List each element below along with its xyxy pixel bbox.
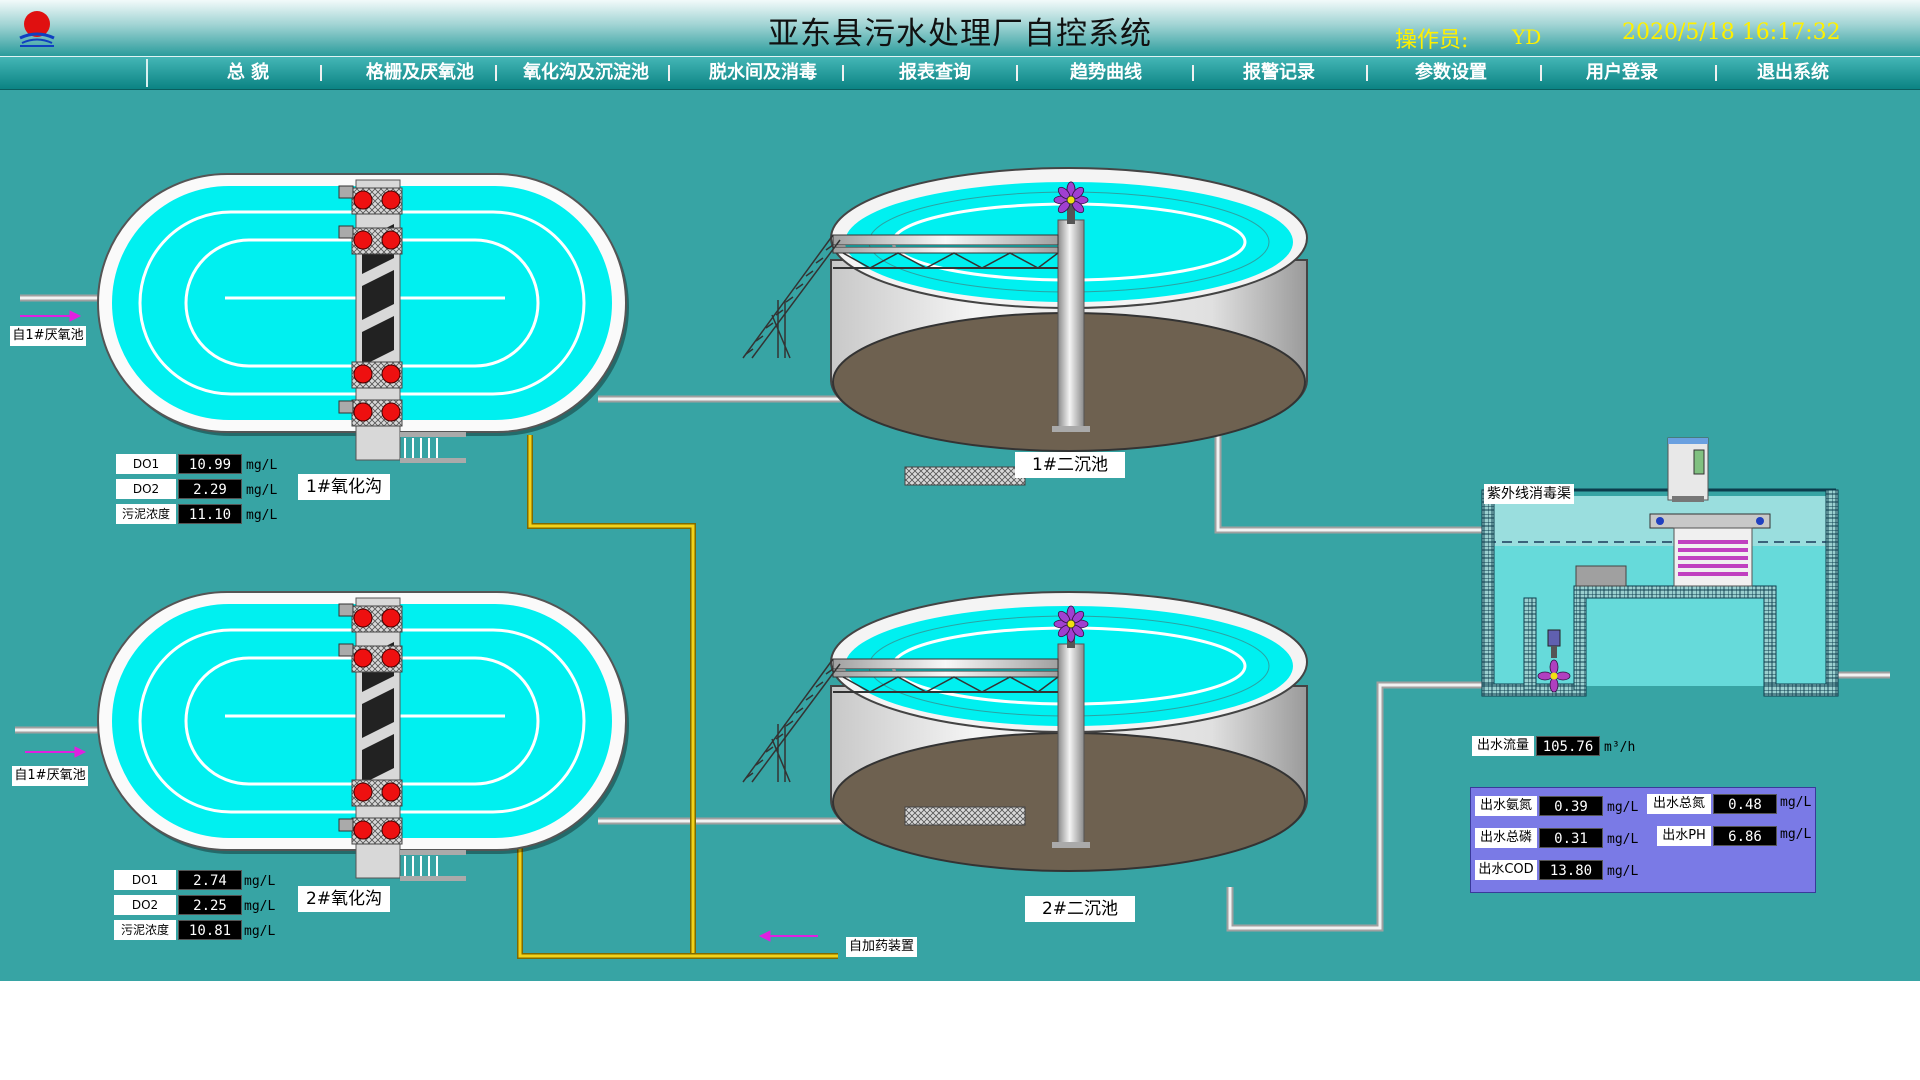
nav-item-settings[interactable]: 参数设置 [1371, 60, 1531, 86]
access-stairs [742, 234, 841, 359]
outflow-tag: 出水流量 [1472, 736, 1534, 756]
ditch2-sludge-value: 10.81 [178, 920, 242, 940]
nav-bar: 总 貌 格栅及厌氧池 氧化沟及沉淀池 脱水间及消毒 报表查询 趋势曲线 报警记录… [0, 56, 1920, 91]
access-stairs [742, 658, 841, 783]
nav-item-grille-anaerobic[interactable]: 格栅及厌氧池 [340, 60, 500, 86]
uv-disinfection-channel [1481, 437, 1839, 697]
nav-separator [668, 65, 670, 81]
unit-label: mg/L [244, 899, 276, 914]
operator-name: YD [1512, 25, 1542, 49]
nav-blank-area [0, 59, 148, 87]
nav-item-oxidation-sedimentation[interactable]: 氧化沟及沉淀池 [506, 60, 666, 86]
ditch1-label: 1#氧化沟 [298, 474, 390, 500]
dosing-label: 自加药装置 [846, 937, 918, 957]
ditch1-do2-value: 2.29 [178, 479, 242, 499]
sludge-tag: 污泥浓度 [116, 504, 176, 524]
title-bar: 亚东县污水处理厂自控系统 操作员: YD 2020/5/18 16:17:32 [0, 0, 1920, 58]
nav-item-login[interactable]: 用户登录 [1542, 60, 1702, 86]
datetime-display: 2020/5/18 16:17:32 [1622, 20, 1841, 45]
cod-value: 13.80 [1539, 860, 1603, 880]
do1-tag: DO1 [114, 870, 176, 890]
oxidation-ditch-2 [97, 591, 629, 881]
unit-label: mg/L [1780, 827, 1812, 842]
tp-tag: 出水总磷 [1475, 828, 1537, 848]
ph-value: 6.86 [1713, 826, 1777, 846]
nav-item-trend[interactable]: 趋势曲线 [1026, 60, 1186, 86]
unit-label: m³/h [1604, 740, 1636, 755]
nav-separator [842, 65, 844, 81]
sludge-tag: 污泥浓度 [114, 920, 176, 940]
inlet-label-ditch2: 自1#厌氧池 [12, 766, 88, 786]
cod-tag: 出水COD [1475, 860, 1537, 880]
do2-tag: DO2 [114, 895, 176, 915]
unit-label: mg/L [244, 874, 276, 889]
unit-label: mg/L [246, 483, 278, 498]
nav-item-alarms[interactable]: 报警记录 [1199, 60, 1359, 86]
clarifier2-label: 2#二沉池 [1025, 896, 1135, 922]
ditch2-do1-value: 2.74 [178, 870, 242, 890]
nav-separator [495, 65, 497, 81]
unit-label: mg/L [1607, 800, 1639, 815]
ph-tag: 出水PH [1657, 826, 1711, 846]
do1-tag: DO1 [116, 454, 176, 474]
tn-value: 0.48 [1713, 794, 1777, 814]
effluent-quality-panel: 出水氨氮 0.39 mg/L 出水总氮 0.48 mg/L 出水总磷 0.31 … [1470, 787, 1816, 893]
clarifier1-label: 1#二沉池 [1015, 452, 1125, 478]
nav-item-exit[interactable]: 退出系统 [1713, 60, 1873, 86]
ditch2-do2-value: 2.25 [178, 895, 242, 915]
uv-cabinet-icon [1667, 437, 1709, 502]
tn-tag: 出水总氮 [1647, 794, 1711, 814]
uv-lamp-module [1673, 527, 1753, 587]
uv-channel-label: 紫外线消毒渠 [1484, 484, 1574, 504]
secondary-clarifier-2 [742, 591, 1308, 872]
unit-label: mg/L [1607, 832, 1639, 847]
ditch1-do1-value: 10.99 [178, 454, 242, 474]
inlet-label-ditch1: 自1#厌氧池 [10, 326, 86, 346]
ammonia-tag: 出水氨氮 [1475, 796, 1537, 816]
secondary-clarifier-1 [742, 167, 1308, 486]
nav-separator [1016, 65, 1018, 81]
nav-item-dewatering-disinfection[interactable]: 脱水间及消毒 [683, 60, 843, 86]
ditch1-sludge-value: 11.10 [178, 504, 242, 524]
oxidation-ditch-1 [97, 173, 629, 463]
tp-value: 0.31 [1539, 828, 1603, 848]
nav-separator [1192, 65, 1194, 81]
unit-label: mg/L [246, 508, 278, 523]
do2-tag: DO2 [116, 479, 176, 499]
nav-item-reports[interactable]: 报表查询 [855, 60, 1015, 86]
unit-label: mg/L [1607, 864, 1639, 879]
nav-separator [320, 65, 322, 81]
process-diagram: 自1#厌氧池 自1#厌氧池 1#氧化沟 2#氧化沟 1#二沉池 2#二沉池 自加… [0, 90, 1920, 981]
ditch2-label: 2#氧化沟 [298, 886, 390, 912]
nav-item-overview[interactable]: 总 貌 [168, 60, 328, 86]
unit-label: mg/L [244, 924, 276, 939]
unit-label: mg/L [246, 458, 278, 473]
operator-label: 操作员: [1395, 28, 1469, 53]
outflow-value: 105.76 [1536, 736, 1600, 756]
ammonia-value: 0.39 [1539, 796, 1603, 816]
nav-separator [1366, 65, 1368, 81]
unit-label: mg/L [1780, 795, 1812, 810]
